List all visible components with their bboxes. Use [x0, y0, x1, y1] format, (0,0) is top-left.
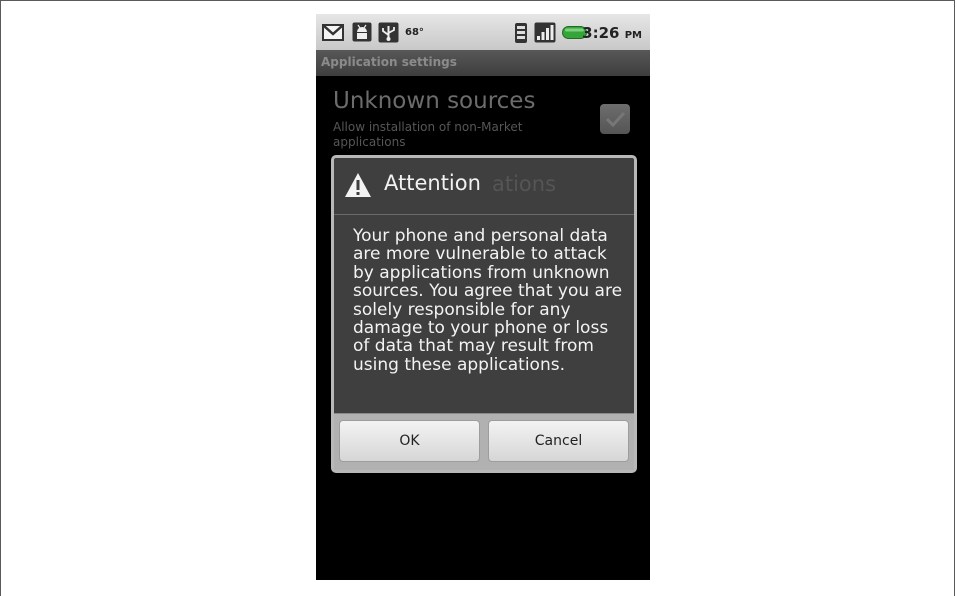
- dialog-title: Attention: [384, 171, 481, 195]
- dialog-header: Attention ations: [334, 158, 634, 215]
- dialog-message: Your phone and personal data are more vu…: [353, 226, 623, 375]
- setting-summary: Allow installation of non-Market applica…: [333, 120, 523, 149]
- check-icon: [605, 111, 626, 128]
- attention-dialog: Attention ations Your phone and personal…: [331, 155, 637, 473]
- background-row-fragment: ations: [492, 172, 557, 196]
- temperature-text: 68°: [405, 27, 424, 38]
- cancel-button[interactable]: Cancel: [488, 420, 629, 462]
- phone-screen: 68° 3:26 PM Application settings Unknown…: [316, 14, 650, 580]
- ok-button[interactable]: OK: [339, 420, 480, 462]
- clock-ampm: PM: [624, 30, 642, 41]
- dialog-button-bar: OK Cancel: [334, 413, 634, 470]
- setting-title: Unknown sources: [333, 88, 536, 114]
- title-bar: Application settings: [316, 50, 650, 76]
- gmail-icon: [322, 24, 344, 41]
- page-title: Application settings: [321, 55, 457, 69]
- clock: 3:26 PM: [582, 24, 642, 42]
- signal-icon: [534, 22, 556, 43]
- usb-icon: [378, 22, 399, 43]
- warning-icon: [345, 173, 371, 197]
- setting-checkbox[interactable]: [600, 104, 630, 134]
- vibrate-icon: [515, 23, 527, 43]
- status-bar: 68° 3:26 PM: [316, 14, 650, 50]
- android-debug-icon: [352, 22, 372, 42]
- clock-time: 3:26: [582, 24, 620, 42]
